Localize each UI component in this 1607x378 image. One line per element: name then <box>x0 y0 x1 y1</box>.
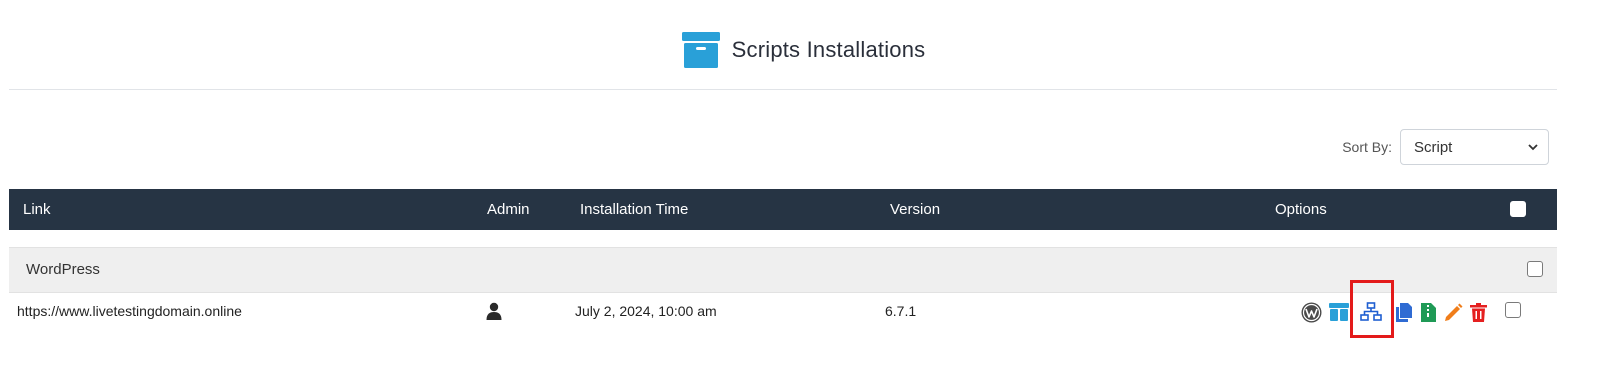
page-header: Scripts Installations <box>0 30 1607 70</box>
column-header-version: Version <box>890 201 941 218</box>
column-header-admin: Admin <box>487 201 530 218</box>
pencil-icon[interactable] <box>1442 301 1464 323</box>
installation-link[interactable]: https://www.livetestingdomain.online <box>17 303 242 319</box>
group-select-checkbox[interactable] <box>1527 261 1543 277</box>
column-header-options: Options <box>1275 201 1327 218</box>
header-divider <box>9 89 1557 90</box>
chevron-down-icon <box>1528 144 1538 151</box>
archive-box-icon <box>681 32 720 68</box>
wordpress-icon[interactable] <box>1300 301 1322 323</box>
page-title: Scripts Installations <box>731 37 926 62</box>
row-select-checkbox[interactable] <box>1505 302 1521 318</box>
select-all-checkbox[interactable] <box>1510 201 1526 217</box>
installation-time: July 2, 2024, 10:00 am <box>575 303 717 319</box>
version-value: 6.7.1 <box>885 303 917 319</box>
trash-icon[interactable] <box>1467 301 1489 323</box>
sort-label: Sort By: <box>1342 139 1392 155</box>
table-header: Link Admin Installation Time Version Opt… <box>9 189 1557 230</box>
admin-user-icon[interactable] <box>486 302 502 323</box>
zip-file-icon[interactable] <box>1417 301 1439 323</box>
column-header-installation-time: Installation Time <box>580 201 689 218</box>
copy-icon[interactable] <box>1393 301 1415 323</box>
group-label: WordPress <box>26 261 100 278</box>
archive-box-icon[interactable] <box>1328 301 1350 323</box>
group-row-wordpress: WordPress <box>9 247 1557 293</box>
sort-selected-value: Script <box>1414 138 1453 156</box>
sitemap-icon[interactable] <box>1360 301 1382 323</box>
column-header-link: Link <box>23 201 51 218</box>
sort-select[interactable]: Script <box>1400 129 1549 165</box>
sort-control: Sort By: Script <box>1342 129 1549 165</box>
